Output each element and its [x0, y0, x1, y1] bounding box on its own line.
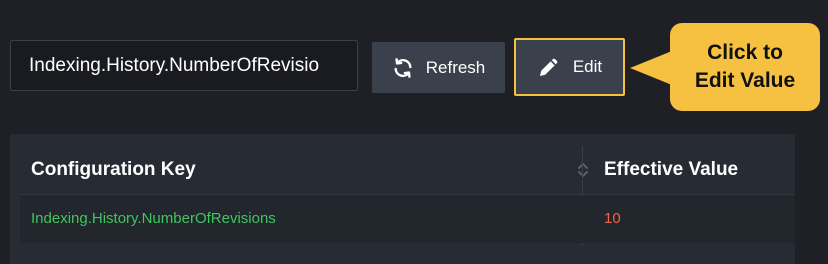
config-key-search-input[interactable]: Indexing.History.NumberOfRevisio [10, 40, 358, 91]
effective-value-cell: 10 [604, 210, 621, 227]
sort-icon[interactable] [576, 160, 590, 180]
table-row[interactable]: Indexing.History.NumberOfRevisions 10 [20, 195, 795, 243]
refresh-button[interactable]: Refresh [372, 42, 505, 93]
table-header: Configuration Key Effective Value [20, 146, 795, 195]
callout-line-1: Click to [707, 41, 783, 64]
edit-value-callout: Click to Edit Value [670, 23, 820, 111]
callout-arrow [630, 51, 672, 85]
column-header-effective-value[interactable]: Effective Value [604, 146, 794, 194]
callout-line-2: Edit Value [694, 69, 796, 92]
config-key-cell: Indexing.History.NumberOfRevisions [31, 210, 276, 227]
column-header-configuration-key[interactable]: Configuration Key [31, 146, 591, 194]
refresh-icon [392, 57, 414, 79]
edit-button-label: Edit [572, 57, 603, 76]
refresh-button-label: Refresh [425, 57, 486, 77]
pencil-icon [537, 55, 561, 79]
edit-button[interactable]: Edit [514, 38, 625, 96]
configuration-table: Configuration Key Effective Value Indexi… [10, 134, 795, 264]
configuration-page: Indexing.History.NumberOfRevisio Refresh… [0, 0, 828, 264]
